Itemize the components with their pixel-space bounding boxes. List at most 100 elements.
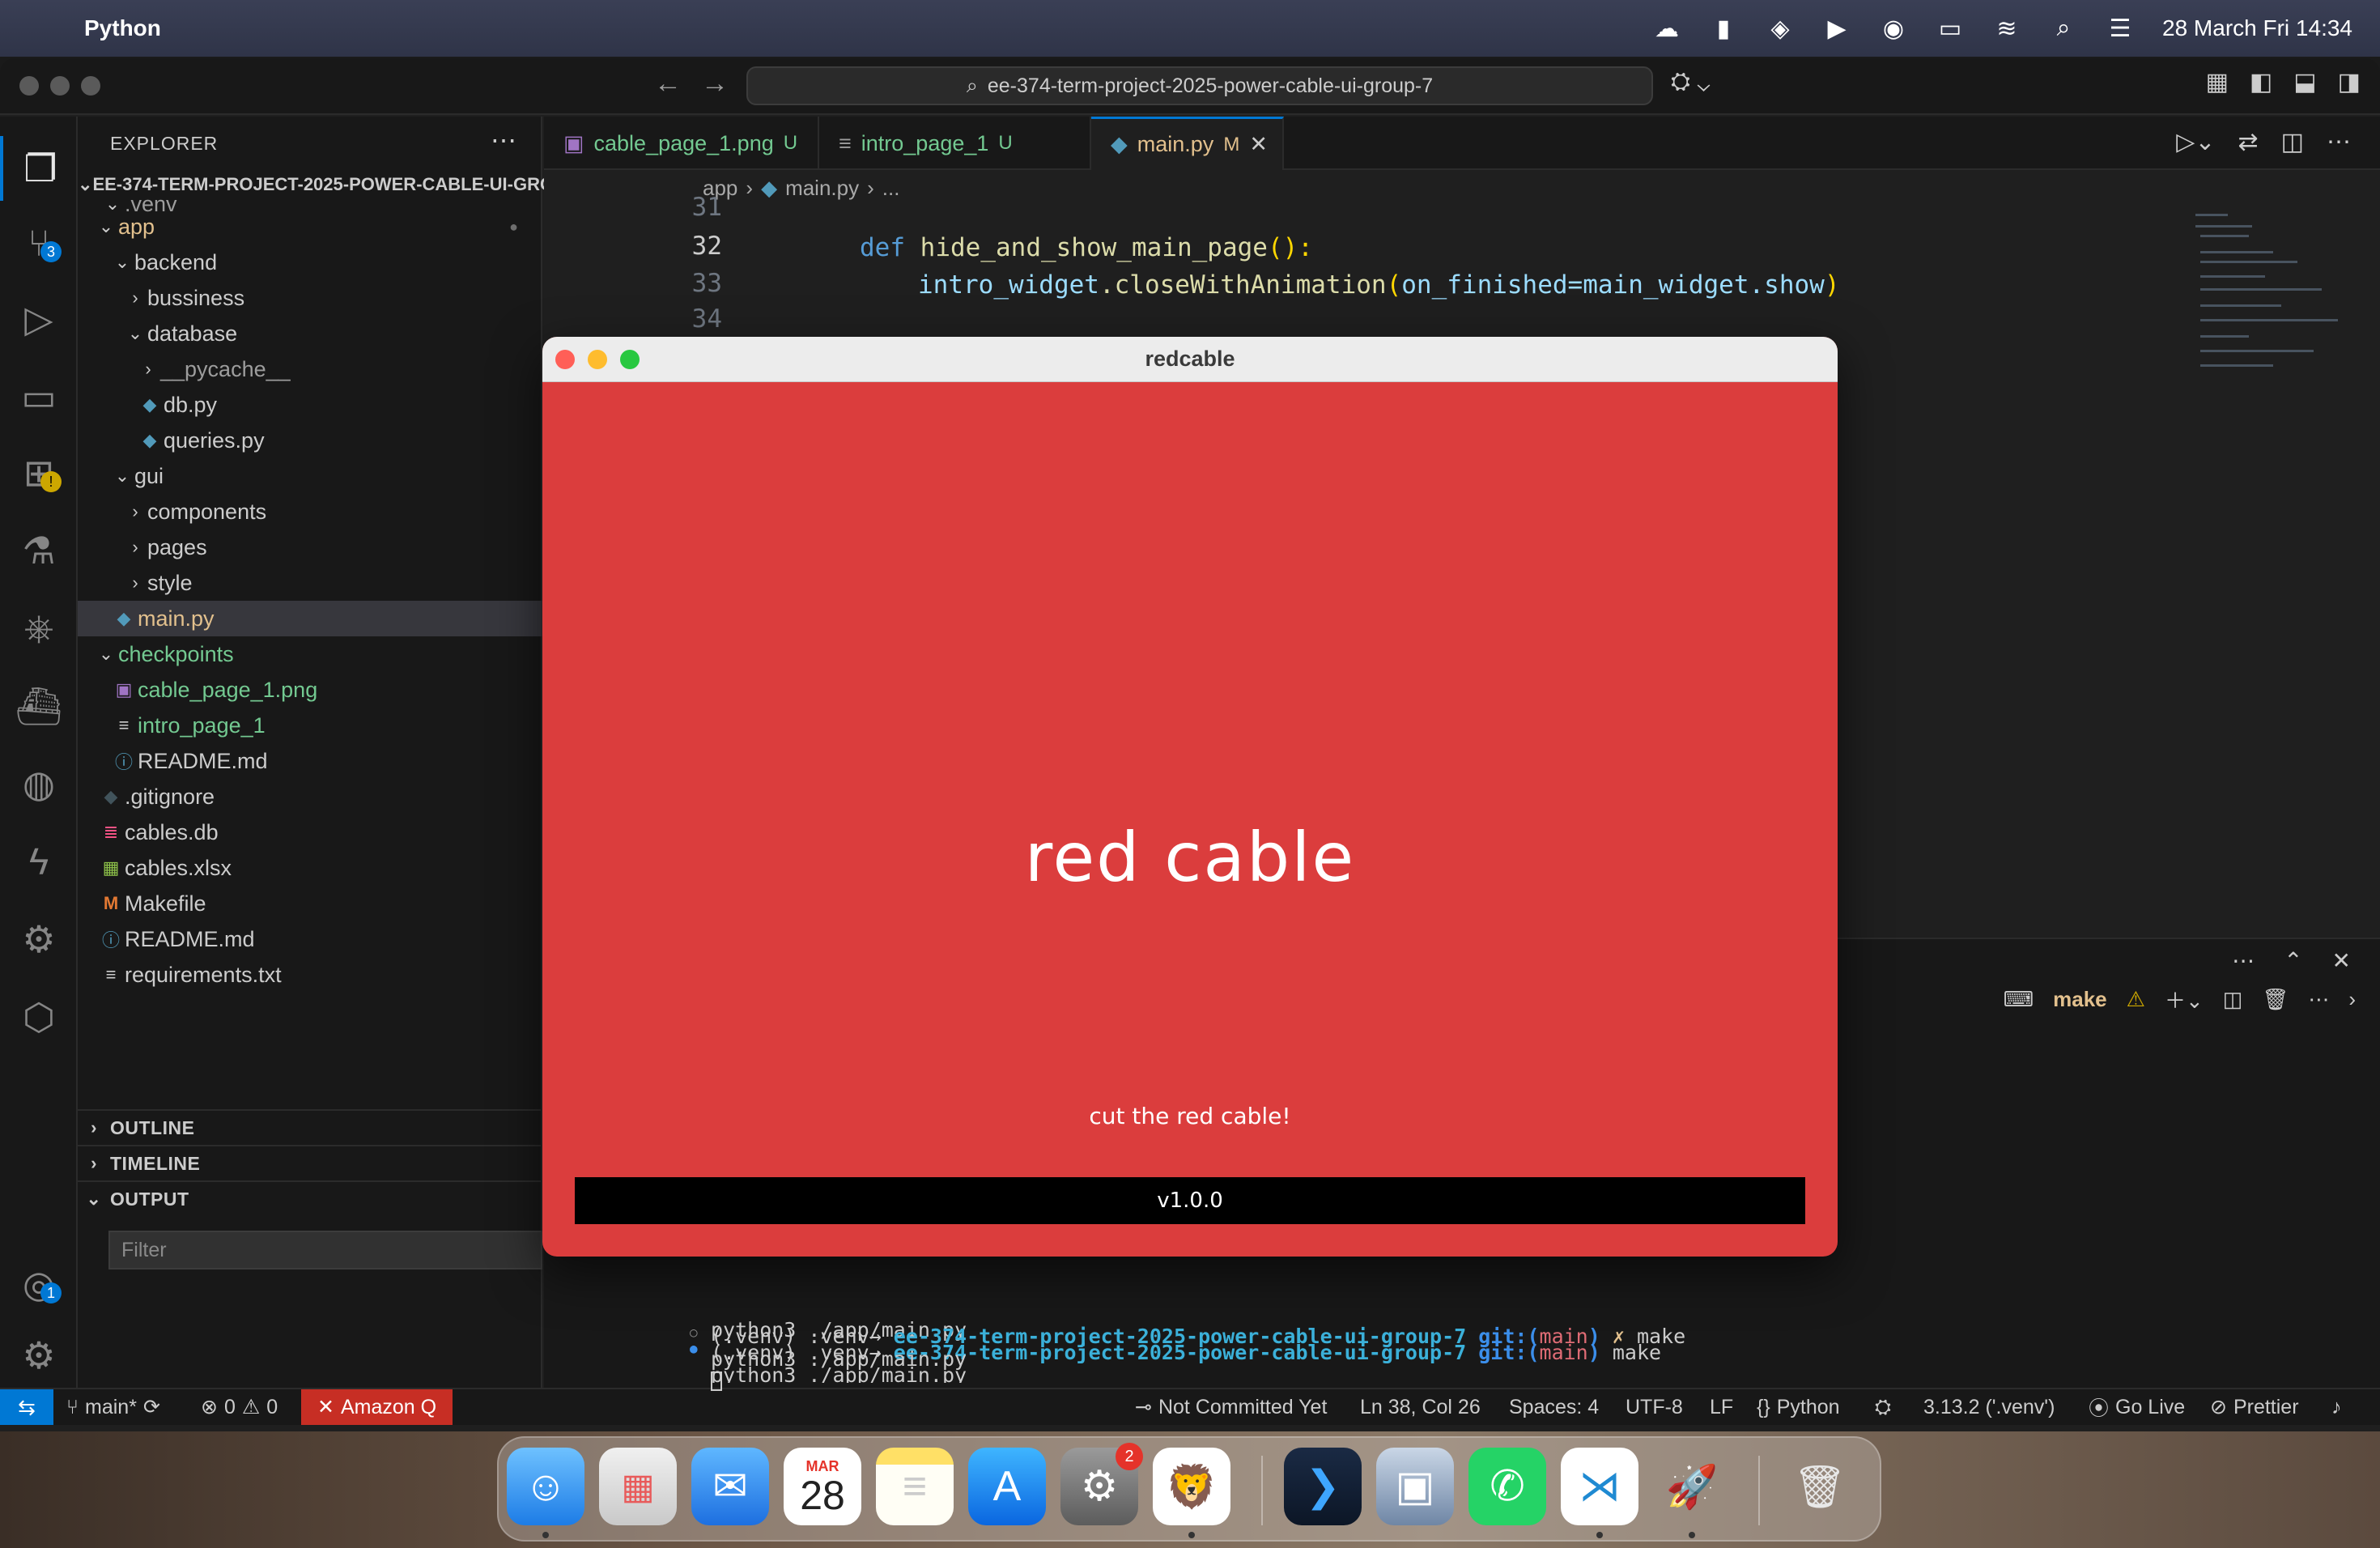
tree-item-pycache[interactable]: › __pycache__: [78, 351, 542, 387]
python-launcher-icon[interactable]: 🚀: [1653, 1448, 1731, 1525]
more-actions-icon[interactable]: ⋯: [2232, 947, 2255, 974]
tree-item-app[interactable]: ⌄ app ●: [78, 209, 542, 245]
zoom-window-button[interactable]: [81, 76, 100, 96]
wifi-icon[interactable]: ≋: [1992, 14, 2021, 43]
maximize-panel-icon[interactable]: ⌃: [2284, 947, 2302, 974]
timeline-section[interactable]: › TIMELINE: [78, 1145, 542, 1180]
mail-icon[interactable]: ✉: [691, 1448, 769, 1525]
more-actions-icon[interactable]: ⋯: [2327, 128, 2351, 156]
tree-item-database[interactable]: ⌄ database: [78, 316, 542, 351]
new-terminal-icon[interactable]: ＋⌄: [2165, 985, 2204, 1014]
notes-icon[interactable]: ≡: [876, 1448, 954, 1525]
user-icon[interactable]: ◉: [1879, 14, 1908, 43]
thunder-client-icon[interactable]: ϟ: [0, 829, 78, 894]
tree-item-requirements[interactable]: ≡ requirements.txt: [78, 957, 542, 993]
app-menu-name[interactable]: Python: [84, 15, 161, 41]
tree-item-db-py[interactable]: ◆ db.py: [78, 387, 542, 423]
tree-item-main-py[interactable]: ◆ main.py: [78, 601, 542, 636]
tree-item-bussiness[interactable]: › bussiness: [78, 280, 542, 316]
tree-item-style[interactable]: › style: [78, 565, 542, 601]
calendar-icon[interactable]: MAR 28: [784, 1448, 861, 1525]
tab-main-py[interactable]: ◆ main.py M ✕: [1091, 117, 1284, 170]
testing-icon[interactable]: ⚗: [0, 518, 78, 583]
run-debug-icon[interactable]: ▷: [0, 287, 78, 351]
copilot-icon[interactable]: ⛭ ⌄: [1671, 68, 1711, 96]
tree-item-cables-xlsx[interactable]: ▦ cables.xlsx: [78, 850, 542, 886]
extension-hexagon-icon[interactable]: ⬡: [0, 985, 78, 1049]
run-icon[interactable]: ▷⌄: [2176, 128, 2215, 156]
eol-status[interactable]: LF: [1710, 1389, 1733, 1425]
box-icon[interactable]: ◈: [1766, 14, 1795, 43]
accounts-icon[interactable]: ◎ 1: [0, 1252, 78, 1316]
source-control-icon[interactable]: ⑂ 3: [0, 211, 78, 275]
compare-changes-icon[interactable]: ⇄: [2238, 128, 2259, 156]
git-branch-status[interactable]: ⑂ main* ⟳: [66, 1389, 160, 1425]
notifications-bell-icon[interactable]: ♪: [2331, 1389, 2342, 1425]
explorer-icon[interactable]: ❐: [0, 136, 78, 201]
status-icon[interactable]: ▮: [1709, 14, 1738, 43]
tree-item-gitignore[interactable]: ◆ .gitignore: [78, 779, 542, 814]
output-section[interactable]: ⌄ OUTPUT: [78, 1180, 542, 1216]
git-blame-status[interactable]: ⊸ Not Committed Yet: [1135, 1389, 1327, 1425]
outline-section[interactable]: › OUTLINE: [78, 1109, 542, 1145]
whatsapp-icon[interactable]: ✆: [1468, 1448, 1546, 1525]
preview-icon[interactable]: ▣: [1376, 1448, 1454, 1525]
encoding-status[interactable]: UTF-8: [1626, 1389, 1683, 1425]
launchpad-icon[interactable]: ▦: [599, 1448, 677, 1525]
play-icon[interactable]: ▶: [1822, 14, 1851, 43]
command-center-search[interactable]: ⌕ ee-374-term-project-2025-power-cable-u…: [746, 66, 1653, 105]
remote-explorer-icon[interactable]: ▭: [0, 364, 78, 429]
minimize-window-button[interactable]: [588, 350, 607, 369]
toggle-secondary-sidebar-icon[interactable]: ◨: [2338, 68, 2361, 96]
language-status[interactable]: {} Python: [1757, 1389, 1840, 1425]
app-store-icon[interactable]: A: [968, 1448, 1046, 1525]
close-panel-icon[interactable]: ✕: [2332, 947, 2351, 974]
forward-arrow-icon[interactable]: →: [701, 68, 729, 105]
tree-item-backend[interactable]: ⌄ backend: [78, 245, 542, 280]
tree-item-queries-py[interactable]: ◆ queries.py: [78, 423, 542, 458]
creative-cloud-icon[interactable]: ☁: [1652, 14, 1681, 43]
back-arrow-icon[interactable]: ←: [654, 68, 682, 105]
indentation-status[interactable]: Spaces: 4: [1509, 1389, 1599, 1425]
split-editor-icon[interactable]: ◫: [2281, 128, 2304, 156]
tree-item-makefile[interactable]: M Makefile: [78, 886, 542, 921]
finder-icon[interactable]: ☺: [507, 1448, 584, 1525]
tree-item-components[interactable]: › components: [78, 494, 542, 529]
docker-icon[interactable]: ⛴: [0, 674, 78, 738]
cursor-position[interactable]: Ln 38, Col 26: [1360, 1389, 1481, 1425]
tab-cable-page-png[interactable]: ▣ cable_page_1.png U: [544, 117, 819, 170]
kubernetes-icon[interactable]: ⎈: [0, 596, 78, 661]
terminal-task-label[interactable]: make: [2053, 987, 2107, 1012]
copilot-status-icon[interactable]: ⛭: [1875, 1389, 1891, 1425]
go-live-status[interactable]: ⦿ Go Live: [2089, 1389, 2185, 1425]
kill-terminal-icon[interactable]: 🗑: [2262, 987, 2289, 1012]
customize-layout-icon[interactable]: ▦: [2206, 68, 2229, 96]
problems-status[interactable]: ⊗ 0 ⚠ 0: [201, 1389, 278, 1425]
close-window-button[interactable]: [19, 76, 39, 96]
tree-item-checkpoints[interactable]: ⌄ checkpoints: [78, 636, 542, 672]
settings-sync-icon[interactable]: ⚙: [0, 907, 78, 972]
battery-icon[interactable]: ▭: [1936, 14, 1965, 43]
system-settings-icon[interactable]: ⚙ 2: [1060, 1443, 1143, 1525]
tab-intro-page[interactable]: ≡ intro_page_1 U: [819, 117, 1091, 170]
tree-item-readme[interactable]: ⓘ README.md: [78, 921, 542, 957]
extensions-icon[interactable]: ⊞!: [0, 440, 78, 505]
remote-indicator-icon[interactable]: ⇆: [0, 1389, 53, 1425]
tree-item-readme-checkpoints[interactable]: ⓘ README.md: [78, 743, 542, 779]
control-center-icon[interactable]: ☰: [2106, 14, 2135, 43]
python-interpreter-status[interactable]: 3.13.2 ('.venv'): [1923, 1389, 2055, 1425]
amazon-q-status[interactable]: ✕ Amazon Q: [301, 1389, 453, 1425]
more-actions-icon[interactable]: ⋯: [2308, 987, 2329, 1012]
toggle-panel-icon[interactable]: ⬓: [2293, 68, 2316, 96]
tree-item-intro-page[interactable]: ≡ intro_page_1: [78, 708, 542, 743]
close-tab-icon[interactable]: ✕: [1249, 132, 1268, 157]
output-filter-input[interactable]: Filter: [108, 1231, 542, 1269]
trash-icon[interactable]: 🗑: [1781, 1448, 1859, 1525]
breadcrumb-more[interactable]: ...: [882, 176, 900, 201]
tree-item-cable-page-png[interactable]: ▣ cable_page_1.png: [78, 672, 542, 708]
tree-item-gui[interactable]: ⌄ gui: [78, 458, 542, 494]
toggle-sidebar-icon[interactable]: ◧: [2250, 68, 2272, 96]
close-window-button[interactable]: [555, 350, 575, 369]
brave-browser-icon[interactable]: 🦁: [1153, 1448, 1230, 1525]
zoom-window-button[interactable]: [620, 350, 640, 369]
